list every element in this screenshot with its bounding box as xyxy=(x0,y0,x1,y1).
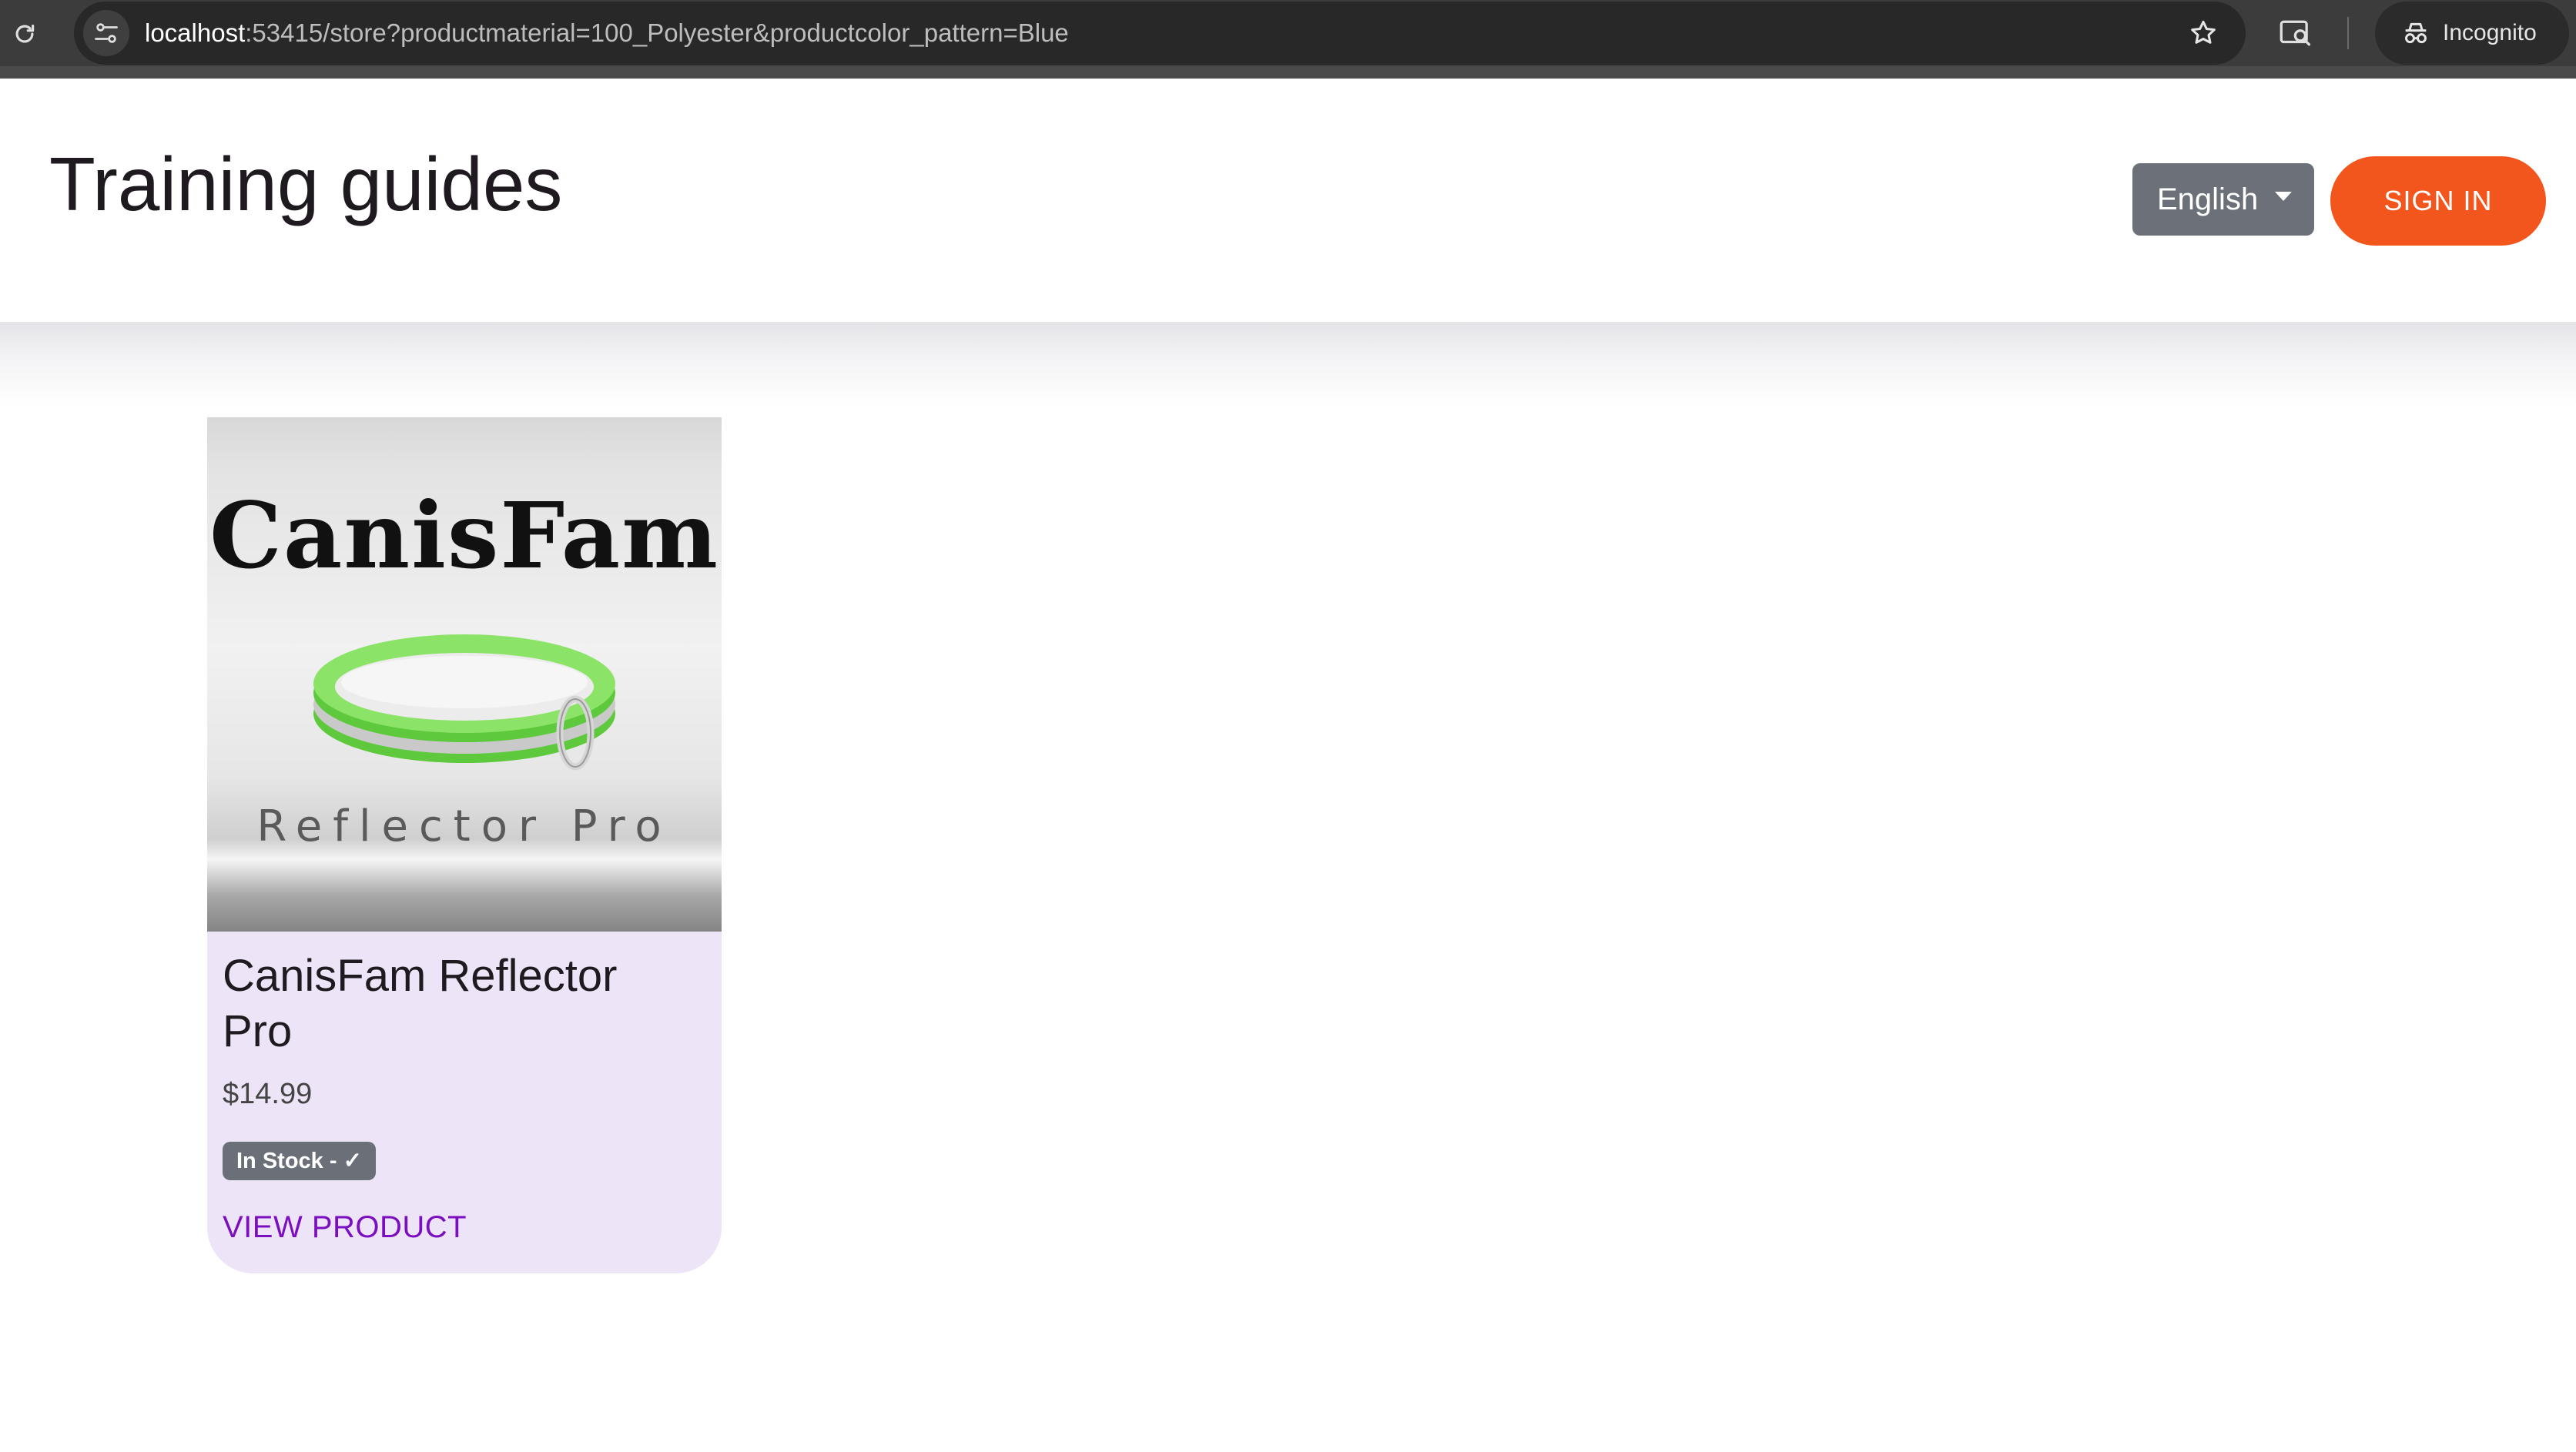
header-shadow xyxy=(0,322,2576,406)
product-image-product-text: Reflector Pro xyxy=(256,801,672,851)
product-name[interactable]: CanisFam Reflector Pro xyxy=(223,948,685,1059)
view-product-link[interactable]: VIEW PRODUCT xyxy=(223,1210,467,1245)
url-text[interactable]: localhost:53415/store?productmaterial=10… xyxy=(145,2,1069,65)
product-card: CanisFam Reflector Pro CanisFam Reflecto… xyxy=(207,417,722,1273)
site-info-button[interactable] xyxy=(83,10,129,56)
bookmark-star-icon xyxy=(2191,20,2216,44)
sign-in-button[interactable]: SIGN IN xyxy=(2330,156,2546,246)
site-header: Training guides English SIGN IN xyxy=(0,79,2576,322)
product-image-brand-text: CanisFam xyxy=(209,482,719,589)
incognito-icon xyxy=(2398,15,2434,51)
search-tabs-icon xyxy=(2280,20,2311,46)
caret-down-icon xyxy=(2275,192,2293,201)
url-host: localhost xyxy=(145,18,246,47)
toolbar-bottom-strip xyxy=(0,66,2576,79)
reload-icon xyxy=(15,24,35,43)
browser-toolbar: localhost:53415/store?productmaterial=10… xyxy=(0,0,2576,79)
reload-button[interactable] xyxy=(6,15,43,52)
product-image[interactable]: CanisFam Reflector Pro xyxy=(207,417,722,932)
collar-illustration xyxy=(313,634,615,771)
site-info-icon xyxy=(95,23,118,43)
bookmark-button[interactable] xyxy=(2184,14,2223,52)
incognito-profile-button[interactable]: Incognito xyxy=(2375,2,2569,65)
address-bar[interactable]: localhost:53415/store?productmaterial=10… xyxy=(74,2,2246,65)
language-dropdown[interactable]: English xyxy=(2132,163,2314,236)
toolbar-divider xyxy=(2347,17,2349,49)
incognito-label: Incognito xyxy=(2443,20,2537,45)
language-selected-value: English xyxy=(2157,182,2259,216)
product-price: $14.99 xyxy=(223,1078,313,1110)
url-path: :53415/store?productmaterial=100_Polyest… xyxy=(245,18,1069,47)
search-tabs-button[interactable] xyxy=(2276,14,2317,52)
page-title: Training guides xyxy=(49,142,563,226)
stock-status-badge: In Stock - ✓ xyxy=(223,1142,376,1180)
